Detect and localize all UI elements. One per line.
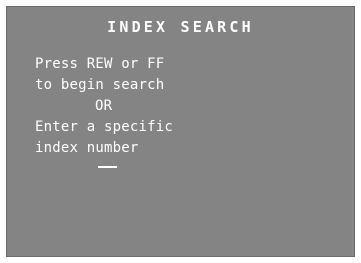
instruction-line-2: to begin search	[35, 77, 165, 93]
or-separator: OR	[95, 98, 113, 114]
instruction-line-1: Press REW or FF	[35, 56, 165, 72]
instruction-line-5: index number	[35, 140, 139, 156]
index-number-entry[interactable]	[98, 166, 117, 168]
index-search-screen: INDEX SEARCH Press REW or FF to begin se…	[6, 6, 355, 257]
screen-title: INDEX SEARCH	[107, 18, 254, 36]
instruction-line-4: Enter a specific	[35, 119, 174, 135]
